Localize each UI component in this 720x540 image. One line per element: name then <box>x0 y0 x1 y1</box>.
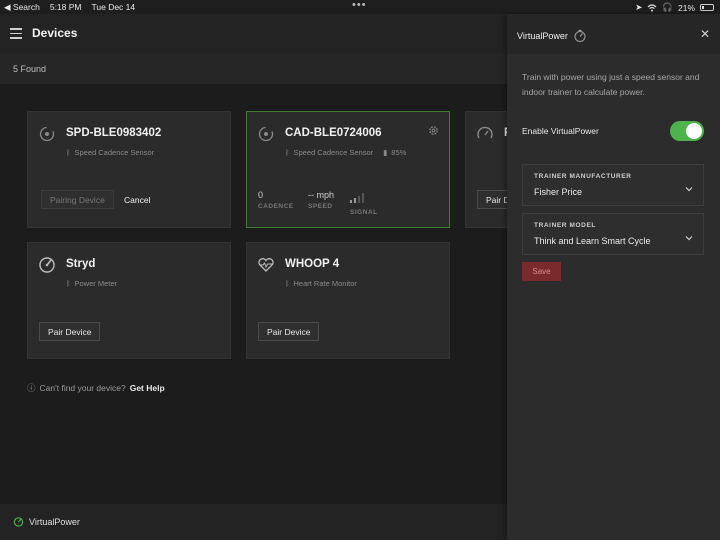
wifi-icon <box>647 3 657 12</box>
status-time: 5:18 PM <box>49 2 82 12</box>
pairing-device-button[interactable]: Pairing Device <box>41 190 114 209</box>
trainer-model-select[interactable]: TRAINER MODEL Think and Learn Smart Cycl… <box>522 213 704 255</box>
chevron-down-icon <box>685 236 693 241</box>
signal-bars-icon <box>350 193 364 203</box>
device-name: WHOOP 4 <box>285 258 340 270</box>
battery-percent: 21% <box>677 2 695 13</box>
virtualpower-footer-button[interactable]: VirtualPower <box>13 516 80 527</box>
page-title: Devices <box>32 26 78 40</box>
cancel-button[interactable]: Cancel <box>124 195 150 205</box>
location-icon: ➤ <box>635 2 643 12</box>
get-help-link[interactable]: Get Help <box>130 383 165 393</box>
bluetooth-icon: ᛒ <box>66 148 71 157</box>
cadence-sensor-icon <box>258 126 274 142</box>
device-card-cad[interactable]: CAD-BLE0724006 ᛒ Speed Cadence Sensor ▮ 85… <box>246 111 450 228</box>
trainer-manufacturer-value: Fisher Price <box>534 187 583 197</box>
device-type: ᛒ Speed Cadence Sensor ▮ 85% <box>285 148 407 157</box>
back-to-search-link[interactable]: ◀ Search <box>4 2 40 13</box>
device-name: SPD-BLE0983402 <box>66 127 162 139</box>
enable-virtualpower-label: Enable VirtualPower <box>522 126 599 136</box>
trainer-manufacturer-select[interactable]: TRAINER MANUFACTURER Fisher Price <box>522 164 704 206</box>
bluetooth-icon: ᛒ <box>285 279 290 288</box>
devices-subheader: 5 Found <box>0 54 507 84</box>
speed-sensor-icon <box>39 126 55 142</box>
pair-device-button[interactable]: Pair Device <box>39 322 101 341</box>
status-date: Tue Dec 14 <box>91 2 136 12</box>
enable-virtualpower-toggle[interactable] <box>670 121 704 141</box>
found-count: 5 Found <box>13 64 47 74</box>
info-icon: ⓘ <box>27 383 36 393</box>
device-type: ᛒ Speed Cadence Sensor <box>66 148 155 157</box>
trainer-model-value: Think and Learn Smart Cycle <box>534 236 651 246</box>
device-name: CAD-BLE0724006 <box>285 127 382 139</box>
virtualpower-gauge-icon <box>574 29 586 43</box>
device-card-partial[interactable]: F Pair D <box>465 111 507 228</box>
save-button[interactable]: Save <box>522 262 561 281</box>
heart-rate-icon <box>258 258 274 272</box>
device-battery: 85% <box>391 148 407 157</box>
panel-header: VirtualPower ✕ <box>507 14 720 54</box>
speed-metric: -- mph SPEED <box>308 190 335 210</box>
pair-device-button[interactable]: Pair Device <box>258 322 320 341</box>
bluetooth-icon: ᛒ <box>66 279 71 288</box>
device-type: ᛒ Heart Rate Monitor <box>285 279 357 288</box>
close-icon[interactable]: ✕ <box>700 27 710 41</box>
devices-header: Devices <box>0 14 507 54</box>
device-card-stryd[interactable]: Stryd ᛒ Power Meter Pair Device <box>27 242 231 359</box>
panel-description: Train with power using just a speed sens… <box>522 72 700 97</box>
device-type: ᛒ Power Meter <box>66 279 118 288</box>
multitasking-dots-icon[interactable]: ••• <box>352 0 367 11</box>
help-text: Can't find your device? <box>39 383 126 393</box>
footer-bar: VirtualPower <box>0 504 507 540</box>
power-meter-icon <box>477 126 493 139</box>
signal-metric: SIGNAL <box>350 190 378 216</box>
gear-icon[interactable] <box>428 125 439 136</box>
virtualpower-icon <box>13 517 24 527</box>
trainer-model-label: TRAINER MODEL <box>534 222 596 229</box>
device-name: Stryd <box>66 258 96 270</box>
pair-device-button[interactable]: Pair D <box>477 190 507 209</box>
device-card-spd[interactable]: SPD-BLE0983402 ᛒ Speed Cadence Sensor Pai… <box>27 111 231 228</box>
menu-icon[interactable] <box>10 28 22 39</box>
battery-icon <box>700 4 714 11</box>
device-card-whoop[interactable]: WHOOP 4 ᛒ Heart Rate Monitor Pair Device <box>246 242 450 359</box>
status-bar: ◀ Search 5:18 PM Tue Dec 14 ••• ➤ 🎧 21% <box>0 0 720 14</box>
power-meter-icon <box>39 257 55 273</box>
trainer-manufacturer-label: TRAINER MANUFACTURER <box>534 173 632 180</box>
help-row: ⓘ Can't find your device? Get Help <box>27 382 165 394</box>
chevron-down-icon <box>685 187 693 192</box>
panel-title: VirtualPower <box>517 29 587 43</box>
virtualpower-panel: VirtualPower ✕ Train with power using ju… <box>507 14 720 540</box>
headphones-icon: 🎧 <box>662 2 673 12</box>
cadence-metric: 0 CADENCE <box>258 190 294 210</box>
bluetooth-icon: ᛒ <box>285 148 290 157</box>
device-grid: SPD-BLE0983402 ᛒ Speed Cadence Sensor Pai… <box>0 84 507 504</box>
battery-small-icon: ▮ <box>383 148 388 157</box>
